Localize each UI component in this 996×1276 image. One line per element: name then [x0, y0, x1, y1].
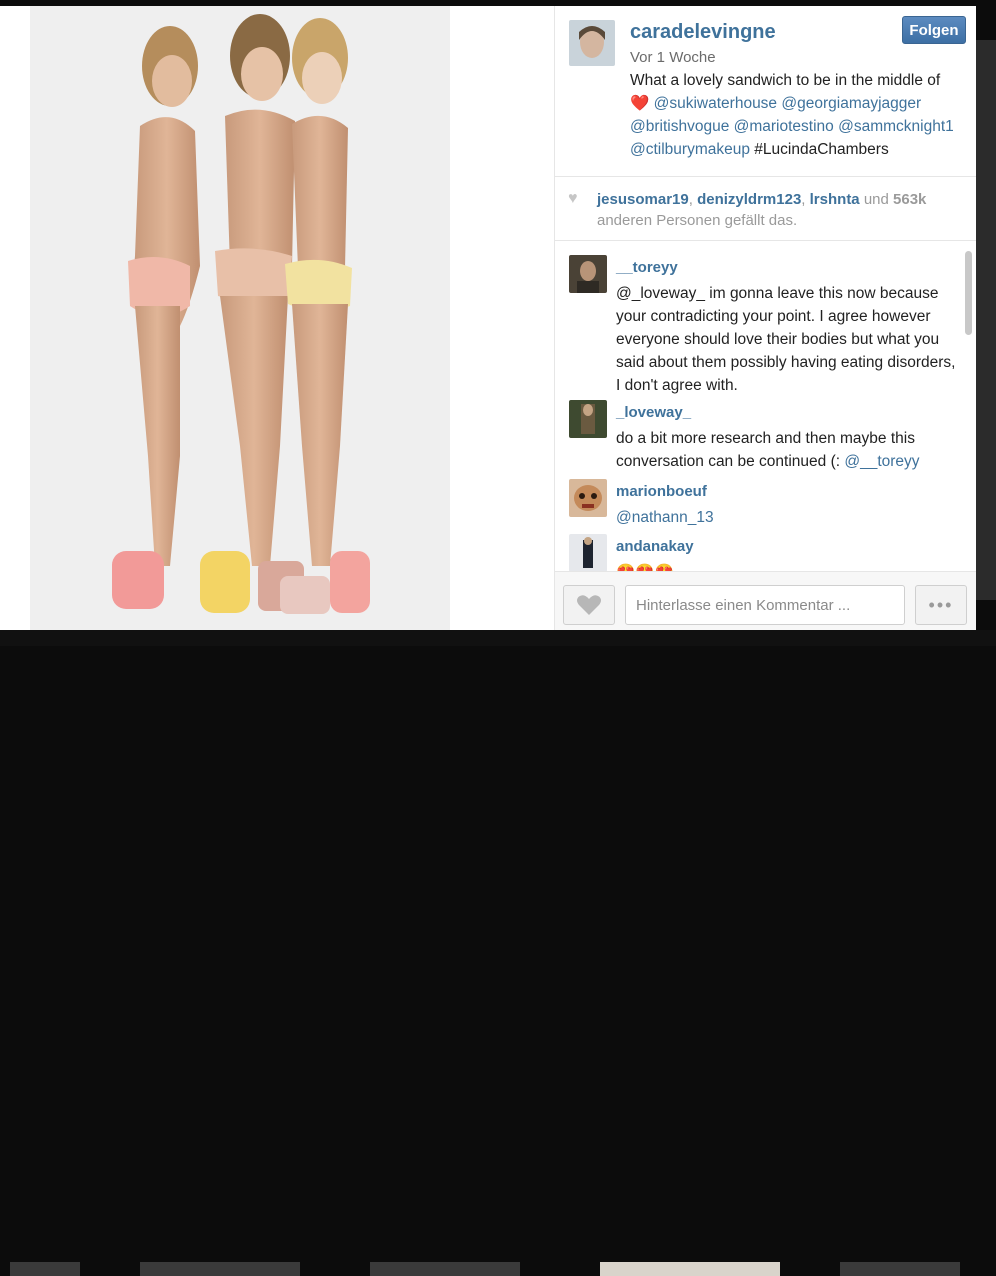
post-info-pane: caradelevingne Folgen Vor 1 Woche What a… — [554, 6, 976, 630]
background-thumbnail — [840, 1262, 960, 1276]
comment-mention[interactable]: @nathann_13 — [616, 509, 714, 526]
likes-suffix: anderen Personen gefällt das. — [597, 212, 798, 229]
likes-count[interactable]: 563k — [893, 191, 926, 208]
comments-list[interactable]: __toreyy @_loveway_ im gonna leave this … — [555, 241, 976, 571]
background-side-peek — [976, 40, 996, 600]
comment-item: marionboeuf @nathann_13 — [569, 473, 959, 526]
comment-item: __toreyy @_loveway_ im gonna leave this … — [569, 249, 959, 399]
owner-avatar[interactable] — [569, 20, 615, 66]
red-heart-icon: ❤️ — [630, 95, 650, 112]
likes-text: jesusomar19, denizyldrm123, lrshnta und … — [597, 191, 927, 229]
ellipsis-icon: ••• — [928, 594, 954, 615]
comment-text: 😍😍😍 — [616, 561, 956, 571]
caption-mention[interactable]: @mariotestino — [734, 118, 834, 135]
comment-mention[interactable]: @__toreyy — [844, 453, 919, 470]
comment-username-link[interactable]: __toreyy — [616, 259, 678, 276]
caption-text: What a lovely sandwich to be in the midd… — [630, 72, 941, 89]
caption-mention[interactable]: @sukiwaterhouse — [654, 95, 777, 112]
owner-username-link[interactable]: caradelevingne — [630, 21, 776, 44]
commenter-avatar[interactable] — [569, 534, 607, 571]
likes-and: und — [863, 191, 889, 208]
comment-input[interactable] — [625, 585, 905, 625]
follow-button[interactable]: Folgen — [902, 16, 966, 44]
comment-item: _loveway_ do a bit more research and the… — [569, 394, 959, 470]
post-timestamp: Vor 1 Woche — [630, 49, 716, 66]
likes-summary: ♥ jesusomar19, denizyldrm123, lrshnta un… — [555, 176, 976, 241]
comment-item: andanakay 😍😍😍 — [569, 528, 959, 571]
like-button[interactable] — [563, 585, 615, 625]
caption-hashtag: #LucindaChambers — [754, 141, 889, 158]
comment-footer: ••• — [555, 571, 976, 630]
liker-link[interactable]: denizyldrm123 — [697, 191, 801, 208]
caption-mention[interactable]: @ctilburymakeup — [630, 141, 750, 158]
comment-text: do a bit more research and then maybe th… — [616, 427, 956, 473]
commenter-avatar[interactable] — [569, 400, 607, 438]
heart-icon — [577, 595, 601, 615]
background-thumbnail — [600, 1262, 780, 1276]
comment-username-link[interactable]: andanakay — [616, 538, 694, 555]
caption-mention[interactable]: @britishvogue — [630, 118, 729, 135]
background-thumbnail — [140, 1262, 300, 1276]
post-header: caradelevingne Folgen Vor 1 Woche What a… — [555, 6, 976, 177]
heart-icon: ♥ — [568, 190, 578, 207]
liker-link[interactable]: lrshnta — [810, 191, 860, 208]
background-thumbnail — [10, 1262, 80, 1276]
post-modal: caradelevingne Folgen Vor 1 Woche What a… — [0, 6, 976, 630]
commenter-avatar[interactable] — [569, 479, 607, 517]
more-options-button[interactable]: ••• — [915, 585, 967, 625]
photo-pane — [0, 6, 554, 630]
background-thumbnail — [370, 1262, 520, 1276]
commenter-avatar[interactable] — [569, 255, 607, 293]
comments-scrollbar[interactable] — [965, 251, 972, 335]
liker-link[interactable]: jesusomar19 — [597, 191, 689, 208]
comment-username-link[interactable]: marionboeuf — [616, 483, 707, 500]
post-caption: What a lovely sandwich to be in the midd… — [630, 69, 970, 161]
post-photo — [30, 6, 450, 630]
comment-text: @nathann_13 — [616, 506, 956, 529]
caption-mention[interactable]: @georgiamayjagger — [781, 95, 921, 112]
comment-text: @_loveway_ im gonna leave this now becau… — [616, 285, 956, 394]
caption-mention[interactable]: @sammcknight1 — [838, 118, 954, 135]
background-feed-strip — [0, 630, 996, 1276]
comment-username-link[interactable]: _loveway_ — [616, 404, 691, 421]
